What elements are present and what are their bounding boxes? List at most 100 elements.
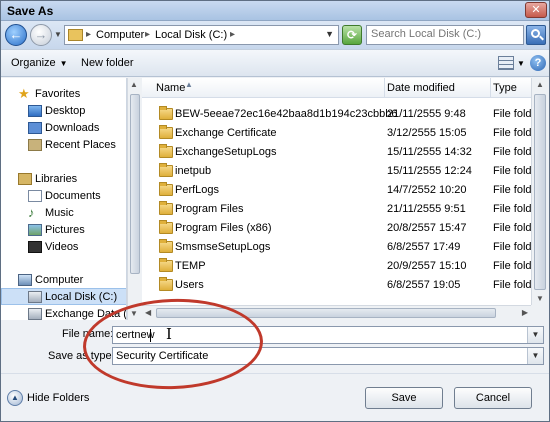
nav-label: Libraries [35, 173, 78, 185]
scroll-thumb[interactable] [156, 308, 496, 318]
scroll-thumb[interactable] [130, 94, 140, 274]
pictures-icon [28, 224, 42, 236]
view-dropdown-icon[interactable]: ▼ [517, 59, 525, 68]
file-type: File folder [493, 165, 531, 177]
file-row[interactable]: PerfLogs 14/7/2552 10:20 File folder [142, 181, 531, 200]
text-caret [150, 329, 151, 342]
file-date: 6/8/2557 17:49 [387, 241, 461, 253]
column-name-label: Name [156, 82, 186, 94]
organize-button[interactable]: Organize ▼ [11, 57, 68, 69]
file-row[interactable]: Program Files (x86) 20/8/2557 15:47 File f… [142, 219, 531, 238]
nav-downloads[interactable]: Downloads [1, 120, 126, 137]
column-type[interactable]: Type [491, 78, 531, 98]
nav-desktop[interactable]: Desktop [1, 103, 126, 120]
scroll-down-icon[interactable]: ▼ [536, 294, 544, 303]
file-list-vertical-scrollbar[interactable]: ▲ ▼ [531, 78, 548, 305]
back-button[interactable]: ← [5, 24, 27, 46]
file-date: 20/8/2557 15:47 [387, 222, 467, 234]
nav-videos[interactable]: Videos [1, 239, 126, 256]
file-row[interactable]: Exchange Certificate 3/12/2555 15:05 File … [142, 124, 531, 143]
back-arrow-icon: ← [9, 27, 23, 42]
nav-pictures[interactable]: Pictures [1, 222, 126, 239]
column-date[interactable]: Date modified [385, 78, 491, 98]
nav-documents[interactable]: Documents [1, 188, 126, 205]
column-name[interactable]: Name ▲ [142, 78, 385, 98]
dialog-footer: ▲ Hide Folders Save Cancel [1, 373, 549, 421]
breadcrumb-computer[interactable]: Computer [96, 29, 144, 41]
file-row[interactable]: SmsmseSetupLogs 6/8/2557 17:49 File folder [142, 238, 531, 257]
folder-icon [159, 277, 173, 291]
save-type-label: Save as type: [48, 350, 115, 362]
nav-label: Downloads [45, 122, 100, 134]
address-bar[interactable]: ▸ Computer ▸ Local Disk (C:) ▸ ▼ [64, 25, 339, 45]
folder-icon [159, 163, 173, 177]
scroll-left-icon[interactable]: ◀ [145, 308, 151, 317]
file-list: Name ▲ Date modified Type BEW-5eeae72ec1… [142, 78, 531, 320]
chevron-down-icon[interactable]: ▼ [527, 348, 543, 364]
file-row[interactable]: Users 6/8/2557 19:05 File folder [142, 276, 531, 295]
nav-music[interactable]: ♪ Music [1, 205, 126, 222]
file-row[interactable]: ExchangeSetupLogs 15/11/2555 14:32 File fo… [142, 143, 531, 162]
nav-recent-places[interactable]: Recent Places [1, 137, 126, 154]
chevron-up-icon: ▲ [7, 390, 23, 406]
text-cursor-icon: I [166, 325, 172, 343]
breadcrumb-separator-icon[interactable]: ▸ [230, 29, 235, 40]
nav-label: Documents [45, 190, 101, 202]
file-row[interactable]: inetpub 15/11/2555 12:24 File folder [142, 162, 531, 181]
recent-pages-dropdown-icon[interactable]: ▼ [54, 30, 62, 39]
file-row[interactable]: Program Files 21/11/2555 9:51 File folder [142, 200, 531, 219]
search-box[interactable] [366, 25, 524, 45]
search-button[interactable] [526, 25, 546, 45]
breadcrumb-separator-icon[interactable]: ▸ [86, 29, 91, 40]
nav-exchange-data[interactable]: Exchange Data (E:) [1, 306, 126, 320]
view-options-icon[interactable] [498, 56, 514, 70]
new-folder-button[interactable]: New folder [81, 57, 134, 69]
search-input[interactable] [371, 28, 501, 40]
file-row[interactable]: TEMP 20/9/2557 15:10 File folder [142, 257, 531, 276]
folder-icon [159, 144, 173, 158]
organize-label: Organize [11, 57, 56, 69]
recent-places-icon [28, 139, 42, 151]
save-as-dialog: Save As ✕ ← → ▼ ▸ Computer ▸ Local Disk … [0, 0, 550, 422]
save-button[interactable]: Save [365, 387, 443, 409]
scroll-right-icon[interactable]: ▶ [522, 308, 528, 317]
chevron-down-icon[interactable]: ▼ [527, 327, 543, 343]
scroll-up-icon[interactable]: ▲ [536, 80, 544, 89]
folder-icon [159, 125, 173, 139]
file-name: Users [175, 279, 204, 291]
nav-libraries[interactable]: Libraries [1, 171, 126, 188]
breadcrumb-separator-icon[interactable]: ▸ [145, 29, 150, 40]
file-type: File folder [493, 203, 531, 215]
save-type-select[interactable]: Security Certificate ▼ [112, 347, 544, 365]
breadcrumb-local-disk[interactable]: Local Disk (C:) [155, 29, 227, 41]
music-icon: ♪ [28, 205, 35, 220]
nav-scrollbar[interactable]: ▲ ▼ [127, 78, 141, 320]
file-row[interactable]: BEW-5eeae72ec16e42baa8d1b194c23cbbb6 21/1… [142, 105, 531, 124]
folder-icon [159, 258, 173, 272]
nav-computer[interactable]: Computer [1, 272, 126, 289]
title-bar[interactable]: Save As ✕ [1, 1, 549, 21]
scroll-up-icon[interactable]: ▲ [130, 80, 138, 89]
nav-local-disk[interactable]: Local Disk (C:) [1, 288, 126, 305]
close-button[interactable]: ✕ [525, 2, 547, 18]
hide-folders-label: Hide Folders [27, 392, 90, 404]
file-date: 3/12/2555 15:05 [387, 127, 467, 139]
file-name: BEW-5eeae72ec16e42baa8d1b194c23cbbb6 [175, 108, 398, 120]
downloads-icon [28, 122, 42, 134]
navigation-pane: ★ Favorites Desktop Downloads Recent Pla… [1, 78, 127, 320]
nav-favorites[interactable]: ★ Favorites [1, 86, 126, 103]
address-dropdown-icon[interactable]: ▼ [325, 29, 334, 39]
scroll-down-icon[interactable]: ▼ [130, 309, 138, 318]
nav-label: Pictures [45, 224, 85, 236]
refresh-button[interactable]: ⟳ [342, 25, 362, 45]
forward-button[interactable]: → [30, 24, 52, 46]
file-type: File folder [493, 108, 531, 120]
scroll-thumb[interactable] [534, 94, 546, 290]
file-list-horizontal-scrollbar[interactable]: ◀ ▶ [142, 305, 531, 320]
cancel-button[interactable]: Cancel [454, 387, 532, 409]
folder-icon [159, 106, 173, 120]
file-name: inetpub [175, 165, 212, 177]
help-icon[interactable]: ? [530, 55, 546, 71]
command-bar: Organize ▼ New folder ▼ ? [1, 49, 549, 77]
file-name-input[interactable]: certnew ▼ [112, 326, 544, 344]
